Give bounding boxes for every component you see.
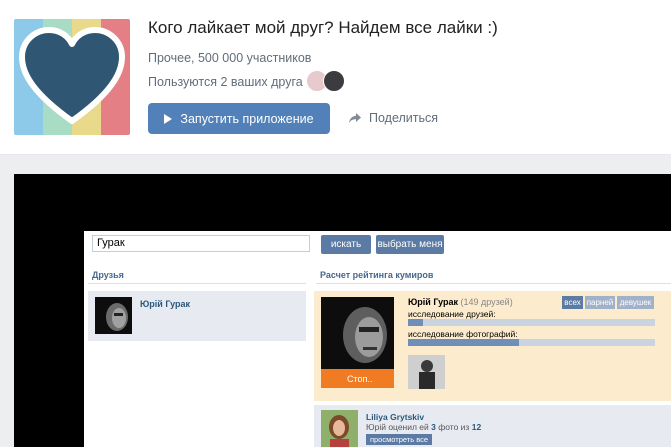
friends-progress-fill — [408, 319, 423, 326]
liker-description: Юрій оценил ей 3 фото из 12 — [366, 422, 482, 432]
search-input[interactable]: Гурак — [92, 235, 310, 252]
friend-photo — [95, 297, 132, 334]
rating-photo — [321, 297, 394, 369]
avatar[interactable] — [323, 70, 345, 92]
app-frame: Гурак искать выбрать меня Друзья Расчет … — [14, 174, 671, 447]
embedded-app: Гурак искать выбрать меня Друзья Расчет … — [84, 231, 671, 447]
app-logo — [14, 19, 130, 135]
liker-photo[interactable] — [321, 410, 358, 447]
friends-progress-label: исследование друзей: — [408, 309, 496, 319]
play-icon — [164, 113, 173, 124]
filter-all-button[interactable]: всех — [562, 296, 583, 309]
app-card: Кого лайкает мой друг? Найдем все лайки … — [0, 0, 671, 155]
friend-list-item[interactable]: Юрій Гурак — [88, 291, 306, 341]
launch-app-label: Запустить приложение — [180, 111, 314, 126]
rating-name[interactable]: Юрій Гурак — [408, 297, 458, 307]
rating-panel: Стоп.. Юрій Гурак (149 друзей) всех парн… — [314, 291, 671, 401]
app-category: Прочее, 500 000 участников — [148, 51, 312, 65]
liker-name[interactable]: Liliya Grytskiv — [366, 412, 424, 422]
choose-me-button[interactable]: выбрать меня — [376, 235, 444, 254]
photos-progress-bar — [408, 339, 655, 346]
share-button[interactable]: Поделиться — [348, 111, 438, 125]
friends-progress-bar — [408, 319, 655, 326]
friends-header: Друзья — [88, 266, 306, 284]
filter-guys-button[interactable]: парней — [585, 296, 615, 309]
rating-name-line: Юрій Гурак (149 друзей) — [408, 297, 513, 307]
share-arrow-icon — [349, 113, 361, 123]
photo-thumbnail[interactable] — [408, 355, 445, 389]
heart-icon — [19, 27, 125, 124]
app-title: Кого лайкает мой друг? Найдем все лайки … — [148, 18, 498, 37]
rating-friend-count: (149 друзей) — [460, 297, 513, 307]
stop-button[interactable]: Стоп.. — [321, 369, 394, 388]
view-all-button[interactable]: просмотреть все — [366, 434, 432, 445]
liker-row: Liliya Grytskiv Юрій оценил ей 3 фото из… — [314, 405, 671, 447]
search-button[interactable]: искать — [321, 235, 371, 254]
photos-progress-fill — [408, 339, 520, 346]
friends-using-text: Пользуются 2 ваших друга — [148, 75, 303, 89]
rating-header: Расчет рейтинга кумиров — [316, 266, 671, 284]
share-label: Поделиться — [369, 111, 439, 125]
filter-girls-button[interactable]: девушек — [617, 296, 654, 309]
photos-progress-label: исследование фотографий: — [408, 329, 518, 339]
launch-app-button[interactable]: Запустить приложение — [148, 103, 330, 134]
friend-name[interactable]: Юрій Гурак — [140, 299, 190, 309]
